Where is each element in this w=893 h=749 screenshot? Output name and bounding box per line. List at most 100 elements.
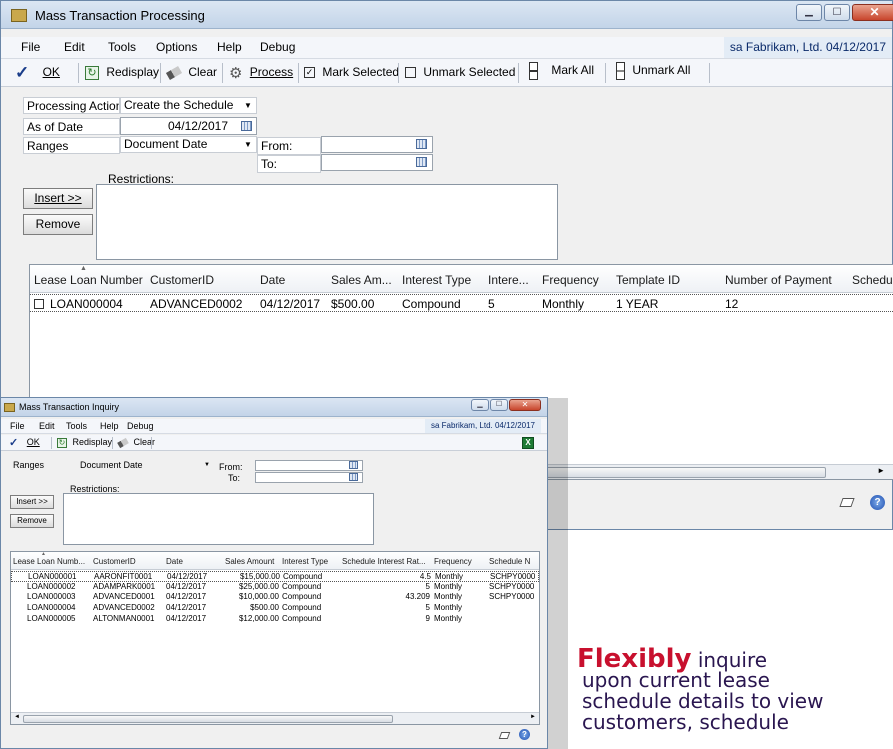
scroll-right-arrow-icon[interactable]: ► bbox=[530, 714, 536, 720]
menu-tools[interactable]: Tools bbox=[108, 40, 136, 54]
menu-file[interactable]: File bbox=[10, 421, 25, 431]
from-date-field[interactable] bbox=[255, 460, 363, 471]
as-of-date-field[interactable]: 04/12/2017 bbox=[120, 117, 257, 135]
menu-edit[interactable]: Edit bbox=[39, 421, 55, 431]
redisplay-button[interactable]: ↻ Redisplay bbox=[85, 65, 159, 80]
remove-button[interactable]: Remove bbox=[23, 214, 93, 235]
col-lease-loan-number[interactable]: Lease Loan Number bbox=[34, 273, 144, 287]
menu-debug[interactable]: Debug bbox=[127, 421, 154, 431]
table-row[interactable]: LOAN000001 AARONFIT0001 04/12/2017 $15,000.… bbox=[11, 571, 539, 582]
table-row[interactable]: LOAN000002 ADAMPARK0001 04/12/2017 $25,000.… bbox=[11, 582, 539, 593]
col-customer-id[interactable]: CustomerID bbox=[93, 557, 163, 566]
mark-selected-label: Mark Selected bbox=[322, 65, 400, 79]
horizontal-scrollbar[interactable]: ◄ ► bbox=[11, 712, 539, 724]
col-sales-amount[interactable]: Sales Am... bbox=[331, 273, 397, 287]
col-schedule-interest-rate[interactable]: Schedule Interest Rat... bbox=[342, 557, 428, 566]
col-customer-id[interactable]: CustomerID bbox=[150, 273, 250, 287]
restrictions-list[interactable] bbox=[96, 184, 558, 260]
col-number-of-payment[interactable]: Number of Payment bbox=[725, 273, 845, 287]
excel-icon[interactable]: X bbox=[522, 437, 534, 449]
grid-header: ▲ Lease Loan Numb... CustomerID Date Sal… bbox=[11, 552, 539, 570]
table-cell: LOAN000003 bbox=[27, 592, 76, 602]
ranges-select[interactable]: Document Date bbox=[120, 136, 257, 153]
app-icon bbox=[11, 9, 27, 22]
col-lease-loan-number[interactable]: Lease Loan Numb... bbox=[13, 557, 87, 566]
checkmark-icon: ✓ bbox=[15, 63, 30, 82]
inquiry-results-grid[interactable]: ▲ Lease Loan Numb... CustomerID Date Sal… bbox=[10, 551, 540, 725]
redisplay-button[interactable]: ↻ Redisplay bbox=[57, 437, 112, 448]
table-row[interactable]: LOAN000003 ADVANCED0001 04/12/2017 $10,000.… bbox=[11, 592, 539, 603]
maximize-button[interactable]: ☐ bbox=[824, 4, 850, 21]
ranges-label: Ranges bbox=[13, 460, 45, 470]
row-checkbox[interactable] bbox=[34, 299, 44, 309]
col-interest-type[interactable]: Interest Type bbox=[402, 273, 482, 287]
help-icon[interactable]: ? bbox=[870, 495, 885, 510]
close-button[interactable]: ✕ bbox=[509, 399, 541, 411]
mark-all-button[interactable]: Mark All bbox=[529, 62, 594, 80]
maximize-button[interactable]: ☐ bbox=[490, 399, 508, 411]
clear-button[interactable]: Clear bbox=[165, 65, 217, 80]
unmark-all-button[interactable]: Unmark All bbox=[616, 62, 690, 80]
note-icon[interactable] bbox=[498, 732, 511, 739]
col-sales-amount[interactable]: Sales Amount bbox=[225, 557, 279, 566]
col-interest-type[interactable]: Interest Type bbox=[282, 557, 342, 566]
to-date-field[interactable] bbox=[255, 472, 363, 483]
help-icon[interactable]: ? bbox=[519, 729, 530, 740]
clear-button[interactable]: Clear bbox=[117, 437, 155, 448]
table-row[interactable]: LOAN000005 ALTONMAN0001 04/12/2017 $12,000.… bbox=[11, 614, 539, 625]
scrollbar-thumb[interactable] bbox=[546, 467, 826, 478]
menu-tools[interactable]: Tools bbox=[66, 421, 87, 431]
ranges-value[interactable]: Document Date bbox=[77, 460, 143, 470]
col-schedule[interactable]: Schedu bbox=[852, 273, 893, 287]
as-of-date-value: 04/12/2017 bbox=[167, 119, 228, 133]
grid-header: ▲ Lease Loan Number CustomerID Date Sale… bbox=[30, 265, 893, 293]
col-template-id[interactable]: Template ID bbox=[616, 273, 716, 287]
note-icon[interactable] bbox=[839, 498, 855, 507]
table-cell: $15,000.00 bbox=[239, 572, 280, 581]
col-date[interactable]: Date bbox=[260, 273, 320, 287]
scrollbar-thumb[interactable] bbox=[23, 715, 393, 723]
minimize-button[interactable]: ▁ bbox=[471, 399, 489, 411]
table-cell: Compound bbox=[282, 592, 322, 602]
close-button[interactable]: ✕ bbox=[852, 4, 893, 21]
processing-action-select[interactable]: Create the Schedule bbox=[120, 97, 257, 114]
table-cell: ALTONMAN0001 bbox=[93, 613, 155, 623]
menu-edit[interactable]: Edit bbox=[64, 40, 85, 54]
main-window-title: Mass Transaction Processing bbox=[35, 8, 205, 23]
minimize-button[interactable]: ▁ bbox=[796, 4, 822, 21]
mark-selected-button[interactable]: ✓ Mark Selected bbox=[304, 65, 399, 79]
calendar-icon[interactable] bbox=[349, 473, 358, 481]
table-row[interactable]: LOAN000004 ADVANCED0002 04/12/2017 $500.00 C… bbox=[11, 603, 539, 614]
calendar-icon[interactable] bbox=[241, 121, 252, 131]
ok-button[interactable]: ✓ OK bbox=[9, 436, 40, 449]
calendar-icon[interactable] bbox=[416, 157, 427, 167]
col-frequency[interactable]: Frequency bbox=[434, 557, 482, 566]
calendar-icon[interactable] bbox=[349, 461, 358, 469]
scroll-left-arrow-icon[interactable]: ◄ bbox=[14, 714, 20, 720]
ok-button[interactable]: ✓ OK bbox=[15, 63, 60, 83]
menu-debug[interactable]: Debug bbox=[260, 40, 295, 54]
table-cell: LOAN000001 bbox=[28, 572, 77, 581]
horizontal-scrollbar[interactable]: ► bbox=[546, 464, 893, 479]
unmark-selected-button[interactable]: Unmark Selected bbox=[405, 65, 515, 79]
calendar-icon[interactable] bbox=[416, 139, 427, 149]
col-schedule-number[interactable]: Schedule N bbox=[489, 557, 539, 566]
process-icon: ⚙ bbox=[229, 65, 243, 82]
table-row[interactable]: LOAN000004 ADVANCED0002 04/12/2017 $500.00 C… bbox=[30, 294, 893, 312]
unchecked-box-icon bbox=[405, 67, 416, 79]
process-button[interactable]: ⚙ Process bbox=[229, 64, 293, 82]
menu-help[interactable]: Help bbox=[217, 40, 242, 54]
remove-button[interactable]: Remove bbox=[10, 514, 54, 528]
restrictions-list[interactable] bbox=[63, 493, 374, 545]
insert-button[interactable]: Insert >> bbox=[23, 188, 93, 209]
menu-file[interactable]: File bbox=[21, 40, 40, 54]
menu-help[interactable]: Help bbox=[100, 421, 119, 431]
table-cell: 4.5 bbox=[419, 572, 431, 581]
col-interest-rate[interactable]: Intere... bbox=[488, 273, 536, 287]
checkmark-icon: ✓ bbox=[9, 437, 19, 449]
menu-options[interactable]: Options bbox=[156, 40, 197, 54]
insert-button[interactable]: Insert >> bbox=[10, 495, 54, 509]
col-frequency[interactable]: Frequency bbox=[542, 273, 612, 287]
scroll-right-arrow-icon[interactable]: ► bbox=[877, 466, 885, 475]
col-date[interactable]: Date bbox=[166, 557, 216, 566]
